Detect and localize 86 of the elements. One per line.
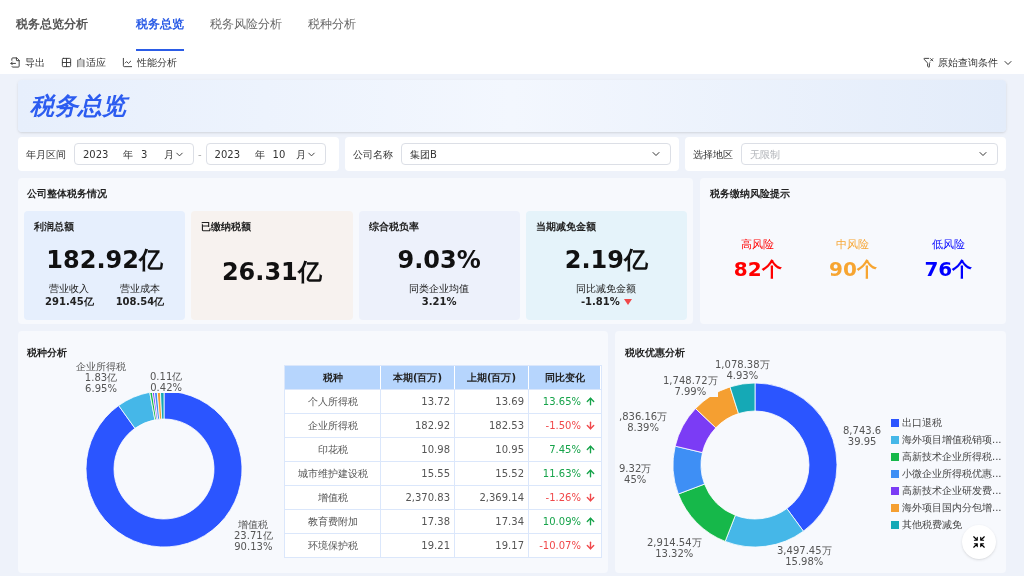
kpi-title: 当期减免金额 [535, 220, 597, 234]
start-month-select[interactable]: 2023 年 3 月 [74, 143, 194, 165]
down-arrow-icon [585, 540, 596, 551]
slice-label: 企业所得税 1.83亿 6.95% [76, 361, 126, 394]
app-title: 税务总览分析 [16, 16, 88, 33]
stat-label: 营业成本 [119, 282, 160, 295]
legend-swatch [891, 452, 899, 461]
filter-label: 选择地区 [693, 147, 733, 162]
panel-title: 税务缴纳风险提示 [710, 187, 791, 201]
kpi-value: 9.03% [396, 245, 482, 276]
table-cell: 19.21 [381, 534, 455, 557]
kpi-title: 利润总额 [34, 220, 75, 234]
nav-tab[interactable]: 税务风险分析 [210, 15, 282, 51]
stat-label: 营业收入 [49, 282, 90, 295]
fit-icon [61, 57, 72, 68]
filter-icon [923, 57, 934, 68]
stat-value: 108.54亿 [115, 295, 165, 308]
shrink-icon [972, 535, 986, 549]
slice-label: 3,497.45万 15.98% [777, 545, 832, 567]
legend-label: 海外项目国内分包增... [902, 501, 1002, 515]
legend-label: 高新技术企业研发费... [902, 484, 1002, 498]
legend-swatch [891, 486, 899, 495]
risk-label: 中风险 [836, 237, 870, 253]
legend-label: 出口退税 [902, 416, 942, 430]
slice-label: 2,914.54万 13.32% [647, 537, 702, 559]
panel-title: 税收优惠分析 [625, 347, 685, 358]
slice-label: ,836.16万 8.39% [619, 411, 668, 433]
up-arrow-icon [585, 516, 596, 527]
risk-count: 90个 [829, 255, 877, 283]
table-cell-text: 7.45% [549, 443, 581, 457]
risk-label: 低风险 [931, 237, 965, 253]
legend-swatch [891, 469, 899, 478]
range-separator: - [198, 147, 202, 162]
up-arrow-icon [585, 468, 596, 479]
legend-label: 其他税费减免 [902, 518, 962, 532]
panel-title: 税种分析 [27, 347, 67, 358]
kpi-value: 182.92亿 [45, 245, 164, 276]
up-arrow-icon [585, 444, 596, 455]
end-month-select[interactable]: 2023 年 10 月 [205, 143, 326, 165]
risk-count: 76个 [924, 255, 973, 283]
compare-value: -1.81% [580, 295, 620, 308]
company-select[interactable]: 集团B [401, 143, 671, 165]
toolbar-button[interactable]: 自适应 [61, 55, 106, 70]
export-icon [10, 57, 21, 68]
legend-swatch [891, 520, 899, 529]
toolbar-button[interactable]: 性能分析 [122, 55, 177, 70]
legend-label: 高新技术企业所得税... [902, 450, 1002, 464]
risk-label: 高风险 [741, 237, 775, 253]
legend-swatch [891, 503, 899, 512]
down-arrow-icon [585, 420, 596, 431]
filter-label: 年月区间 [26, 147, 66, 162]
legend-label: 海外项目增值税销项... [902, 433, 1002, 447]
table-cell-text: 10.09% [542, 515, 581, 529]
down-arrow-icon [585, 492, 596, 503]
compare-label: 同类企业均值 [409, 282, 470, 295]
table-cell: 19.17 [455, 534, 529, 557]
legend-swatch [891, 418, 899, 427]
legend-label: 小微企业所得税优惠... [902, 467, 1002, 481]
slice-label: 9.32万 45% [619, 463, 652, 485]
stat-value: 291.45亿 [45, 295, 94, 308]
compare-value: 3.21% [421, 295, 457, 308]
kpi-value: 26.31亿 [221, 257, 322, 288]
table-cell-text: -10.07% [539, 539, 581, 553]
query-conditions-button[interactable]: 原始查询条件 [923, 55, 1014, 70]
table-cell: 环境保护税 [285, 534, 381, 557]
panel-title: 公司整体税务情况 [27, 187, 108, 201]
slice-label: 1,748.72万 7.99% [663, 375, 718, 397]
risk-count: 82个 [733, 255, 782, 283]
filter-label: 公司名称 [353, 147, 393, 162]
kpi-title: 已缴纳税额 [201, 220, 253, 234]
toolbar-button[interactable]: 导出 [10, 55, 45, 70]
table-cell-text: 11.63% [542, 467, 581, 481]
perf-icon [122, 57, 133, 68]
compare-label: 同比减免金额 [576, 282, 637, 295]
table-cell-text: 13.65% [542, 395, 581, 409]
slice-label: 增值税 23.71亿 90.13% [234, 519, 273, 552]
nav-tab[interactable]: 税种分析 [308, 15, 356, 51]
fullscreen-button[interactable] [962, 525, 996, 559]
up-arrow-icon [585, 396, 596, 407]
table-cell-text: -1.50% [545, 419, 581, 433]
table-cell-text: -1.26% [545, 491, 581, 505]
kpi-value: 2.19亿 [563, 245, 649, 276]
slice-label: 0.11亿 0.42% [150, 371, 183, 393]
legend-swatch [891, 435, 899, 444]
slice-label: 8,743.6 39.95 [843, 425, 882, 447]
kpi-title: 综合税负率 [368, 220, 420, 234]
